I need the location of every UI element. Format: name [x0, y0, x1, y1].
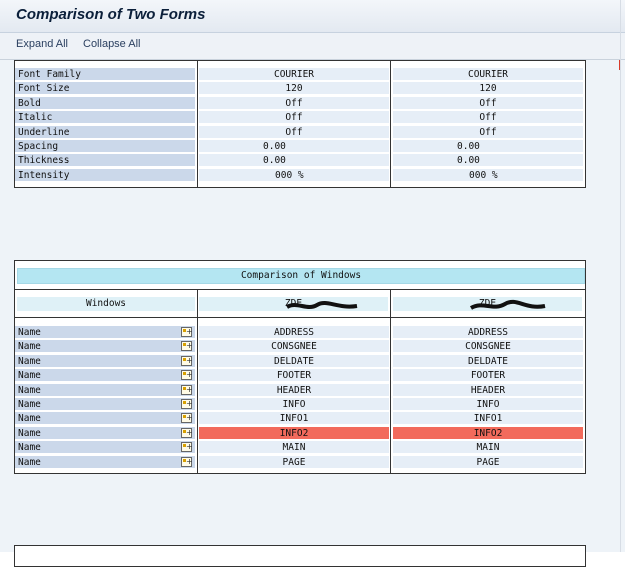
details-icon[interactable] — [181, 325, 193, 339]
form-a-value: Off — [199, 111, 389, 125]
form-b-value: MAIN — [393, 441, 583, 455]
form-b-value: ADDRESS — [393, 326, 583, 339]
form-a-value: INFO — [199, 398, 389, 411]
form-a-value: 0.00 — [199, 140, 389, 153]
row-label: Font Family — [15, 68, 195, 81]
window-row: Name ADDRESS ADDRESS — [15, 325, 585, 340]
row-label: Name — [15, 455, 195, 469]
row-label: Name — [15, 398, 195, 411]
window-row: Name HEADER HEADER — [15, 383, 585, 398]
windows-column-header: Windows — [17, 297, 195, 311]
form-b-value: 0.00 — [393, 140, 583, 153]
font-attribute-row: Spacing 0.00 0.00 — [15, 140, 585, 154]
form-b-value: 120 — [393, 82, 583, 96]
details-icon[interactable] — [181, 411, 193, 425]
row-label: Underline — [15, 125, 195, 139]
windows-comparison-table: Comparison of Windows Windows ZDE ZDE Na… — [14, 260, 586, 474]
details-icon[interactable] — [181, 354, 193, 368]
form-b-value: Off — [393, 125, 583, 139]
row-label: Intensity — [15, 168, 195, 182]
font-attribute-row: Intensity 000 % 000 % — [15, 168, 585, 183]
window-row: Name PAGE PAGE — [15, 455, 585, 470]
row-label: Name — [15, 383, 195, 397]
collapse-all-button[interactable]: Collapse All — [83, 38, 140, 50]
form-b-value: INFO — [393, 398, 583, 411]
window-row: Name INFO1 INFO1 — [15, 411, 585, 426]
windows-table-title: Comparison of Windows — [17, 268, 585, 284]
row-label: Name — [15, 441, 195, 455]
header-divider — [15, 289, 585, 290]
scroll-position-marker — [619, 60, 620, 70]
details-icon[interactable] — [181, 455, 193, 469]
form-a-value: 120 — [199, 82, 389, 96]
font-comparison-table: Font Family COURIER COURIER Font Size 120 120… — [14, 60, 586, 188]
form-b-value: FOOTER — [393, 369, 583, 383]
title-bar: Comparison of Two Forms — [0, 0, 625, 33]
form-b-value: HEADER — [393, 383, 583, 397]
details-icon[interactable] — [181, 397, 193, 411]
font-attribute-row: Thickness 0.00 0.00 — [15, 154, 585, 168]
form-a-value: CONSGNEE — [199, 340, 389, 354]
row-label: Name — [15, 412, 195, 426]
form-b-value: CONSGNEE — [393, 340, 583, 354]
form-b-value: Off — [393, 96, 583, 110]
window-row: Name INFO2 INFO2 — [15, 426, 585, 441]
details-icon[interactable] — [181, 426, 193, 440]
form-b-value: DELDATE — [393, 354, 583, 368]
form-a-value: INFO2 — [199, 426, 389, 440]
row-label: Italic — [15, 111, 195, 125]
form-a-value: FOOTER — [199, 369, 389, 383]
expand-all-button[interactable]: Expand All — [16, 38, 68, 50]
redaction-scribble — [285, 301, 358, 309]
form-b-value: COURIER — [393, 68, 583, 81]
form-b-value: 0.00 — [393, 154, 583, 168]
font-attribute-row: Font Family COURIER COURIER — [15, 68, 585, 82]
form-b-value: Off — [393, 111, 583, 125]
form-a-value: PAGE — [199, 455, 389, 469]
form-b-value: PAGE — [393, 455, 583, 469]
rows-divider — [15, 317, 585, 318]
form-a-value: INFO1 — [199, 412, 389, 426]
details-icon[interactable] — [181, 440, 193, 454]
font-attribute-row: Bold Off Off — [15, 96, 585, 111]
form-a-value: ADDRESS — [199, 326, 389, 339]
form-a-value: Off — [199, 125, 389, 139]
details-icon[interactable] — [181, 339, 193, 353]
details-icon[interactable] — [181, 368, 193, 382]
form-a-value: DELDATE — [199, 354, 389, 368]
form-a-value: Off — [199, 96, 389, 110]
form-a-value: 000 % — [199, 168, 389, 182]
form-b-value: INFO2 — [393, 426, 583, 440]
row-label: Name — [15, 326, 195, 339]
window-row: Name CONSGNEE CONSGNEE — [15, 339, 585, 354]
form-a-value: MAIN — [199, 441, 389, 455]
font-attribute-row: Italic Off Off — [15, 111, 585, 125]
row-label: Thickness — [15, 154, 195, 168]
form-a-value: COURIER — [199, 68, 389, 81]
scrollbar[interactable] — [620, 0, 621, 552]
form-b-value: 000 % — [393, 168, 583, 182]
form-a-value: 0.00 — [199, 154, 389, 168]
window-row: Name DELDATE DELDATE — [15, 354, 585, 369]
form-b-value: INFO1 — [393, 412, 583, 426]
toolbar: Expand All Collapse All — [0, 33, 625, 60]
row-label: Bold — [15, 96, 195, 110]
form-a-value: HEADER — [199, 383, 389, 397]
row-label: Name — [15, 369, 195, 383]
row-label: Name — [15, 354, 195, 368]
window-row: Name INFO INFO — [15, 397, 585, 412]
window-row: Name FOOTER FOOTER — [15, 368, 585, 383]
row-label: Font Size — [15, 82, 195, 96]
font-attribute-row: Underline Off Off — [15, 125, 585, 140]
row-label: Spacing — [15, 140, 195, 153]
next-section-table — [14, 545, 586, 567]
details-icon[interactable] — [181, 383, 193, 397]
row-label: Name — [15, 426, 195, 440]
window-title: Comparison of Two Forms — [16, 6, 206, 23]
row-label: Name — [15, 340, 195, 354]
window-row: Name MAIN MAIN — [15, 440, 585, 455]
font-attribute-row: Font Size 120 120 — [15, 82, 585, 96]
redaction-scribble — [469, 299, 546, 310]
